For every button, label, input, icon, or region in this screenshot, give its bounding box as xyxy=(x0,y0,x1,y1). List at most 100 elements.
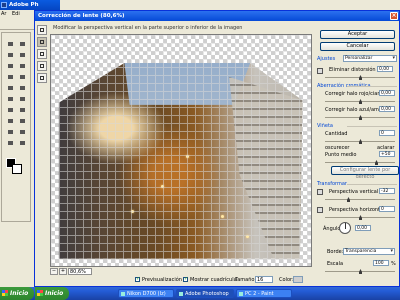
blur-tool-icon[interactable] xyxy=(5,105,15,114)
slider-knob[interactable] xyxy=(359,115,362,120)
zoom-tool-icon[interactable] xyxy=(37,73,47,83)
gradient-tool-icon[interactable] xyxy=(17,94,27,103)
app-icon xyxy=(179,292,183,296)
remove-distortion-tool-icon[interactable] xyxy=(37,25,47,35)
crop-tool-icon[interactable] xyxy=(5,61,15,70)
slider-knob[interactable] xyxy=(359,269,362,274)
image-preview[interactable] xyxy=(50,34,312,267)
path-selection-tool-icon[interactable] xyxy=(5,127,15,136)
chrom-red-cyan-input[interactable]: 0,00 xyxy=(379,90,395,96)
horizontal-perspective-input[interactable]: 0 xyxy=(379,206,395,212)
angle-input[interactable]: 0,00 xyxy=(355,225,371,231)
horizontal-perspective-slider[interactable] xyxy=(325,215,395,220)
zoom-out-button[interactable]: − xyxy=(50,268,58,275)
zoom-level[interactable]: 80,6% xyxy=(68,268,92,275)
options-bar xyxy=(0,18,34,30)
clone-stamp-tool-icon[interactable] xyxy=(5,83,15,92)
zoom-in-button[interactable]: + xyxy=(59,268,67,275)
grid-size-select[interactable]: 16 xyxy=(255,276,273,283)
windows-flag-icon xyxy=(2,290,8,296)
show-grid-label: Mostrar cuadrícula xyxy=(190,277,237,283)
taskbar-item-label: Adobe Photoshop xyxy=(185,291,229,297)
menu-edicion[interactable]: Edi xyxy=(12,11,20,17)
slice-tool-icon[interactable] xyxy=(17,61,27,70)
brush-tool-icon[interactable] xyxy=(17,72,27,81)
dodge-tool-icon[interactable] xyxy=(17,105,27,114)
background-color-swatch[interactable] xyxy=(12,164,22,174)
instruction-text: Modificar la perspectiva vertical en la … xyxy=(53,25,243,31)
photoshop-title: Adobe Ph xyxy=(9,2,39,8)
shape-tool-icon[interactable] xyxy=(17,127,27,136)
distortion-slider[interactable] xyxy=(325,75,395,80)
zoom-tool-icon[interactable] xyxy=(17,138,27,147)
dialog-titlebar: Corrección de lente (80,6%) × xyxy=(35,11,399,21)
start-button[interactable]: Inicio xyxy=(0,287,34,300)
distortion-input[interactable]: 0,00 xyxy=(377,66,393,72)
taskbar-item-photoshop[interactable]: Adobe Photoshop xyxy=(176,289,234,298)
grid-color-label: Color: xyxy=(279,277,294,283)
cancel-button[interactable]: Cancelar xyxy=(320,42,395,51)
chrom-blue-yellow-slider[interactable] xyxy=(325,115,395,120)
amount-label: Cantidad xyxy=(325,131,348,137)
chrom-red-cyan-label: Corregir halo rojo/cian xyxy=(325,91,381,97)
vertical-perspective-label: Perspectiva vertical xyxy=(329,189,379,195)
magic-wand-tool-icon[interactable] xyxy=(17,50,27,59)
slider-knob[interactable] xyxy=(359,215,362,220)
amount-input[interactable]: 0 xyxy=(379,130,395,136)
photoshop-menubar: Ar Edi xyxy=(0,10,34,18)
midpoint-label: Punto medio xyxy=(325,152,357,158)
scale-input[interactable]: 100 xyxy=(373,260,389,266)
app-icon xyxy=(239,292,243,296)
remove-distortion-icon xyxy=(317,68,323,74)
show-grid-checkbox[interactable] xyxy=(183,276,188,282)
chromatic-section-label: Aberración cromática xyxy=(317,83,397,89)
history-brush-tool-icon[interactable] xyxy=(17,83,27,92)
midpoint-slider[interactable] xyxy=(325,160,395,165)
slider-knob[interactable] xyxy=(359,139,362,144)
pen-tool-icon[interactable] xyxy=(5,116,15,125)
slider-knob[interactable] xyxy=(359,99,362,104)
taskbar-item-paint[interactable]: PC 2 - Paint xyxy=(236,289,292,298)
slider-knob[interactable] xyxy=(347,197,350,202)
grid-size-label: Tamaño: xyxy=(235,277,257,283)
dialog-toolbar xyxy=(36,22,48,286)
straighten-tool-icon[interactable] xyxy=(37,37,47,47)
angle-dial-icon[interactable] xyxy=(339,222,351,234)
photoshop-logo-icon xyxy=(1,2,7,8)
windows-flag-icon xyxy=(37,290,43,296)
scale-slider[interactable] xyxy=(325,269,395,274)
vertical-perspective-slider[interactable] xyxy=(325,197,395,202)
settings-label: Ajustes xyxy=(317,56,336,62)
slider-knob[interactable] xyxy=(359,75,362,80)
preview-label: Previsualización xyxy=(142,277,182,283)
menu-archivo[interactable]: Ar xyxy=(1,11,6,17)
move-grid-tool-icon[interactable] xyxy=(37,49,47,59)
marquee-tool-icon[interactable] xyxy=(5,39,15,48)
grid-color-swatch[interactable] xyxy=(293,276,303,283)
close-icon[interactable]: × xyxy=(390,12,398,20)
taskbar: Inicio Inicio Nikon D700 (Iz) Adobe Phot… xyxy=(0,287,400,300)
chrom-blue-yellow-input[interactable]: 0,00 xyxy=(379,106,395,112)
edge-select[interactable]: Transparencia xyxy=(343,248,395,255)
chrom-red-cyan-slider[interactable] xyxy=(325,99,395,104)
lasso-tool-icon[interactable] xyxy=(5,50,15,59)
set-lens-default-button[interactable]: Configurar lente por defecto xyxy=(331,166,399,180)
ok-button[interactable]: Aceptar xyxy=(320,30,395,39)
amount-slider[interactable] xyxy=(325,139,395,144)
preview-checkbox[interactable] xyxy=(135,276,140,282)
eraser-tool-icon[interactable] xyxy=(5,94,15,103)
midpoint-input[interactable]: +50 xyxy=(379,151,395,157)
move-tool-icon[interactable] xyxy=(17,39,27,48)
start-label-2: Inicio xyxy=(45,290,64,297)
hand-tool-icon[interactable] xyxy=(5,138,15,147)
photoshop-titlebar: Adobe Ph xyxy=(0,0,60,10)
hand-tool-icon[interactable] xyxy=(37,61,47,71)
type-tool-icon[interactable] xyxy=(17,116,27,125)
vertical-perspective-input[interactable]: -32 xyxy=(379,188,395,194)
taskbar-item-nikon[interactable]: Nikon D700 (Iz) xyxy=(118,289,174,298)
slider-knob[interactable] xyxy=(375,160,378,165)
settings-select[interactable]: Personalizar xyxy=(343,55,397,62)
vignette-section-label: Viñeta xyxy=(317,123,397,129)
healing-brush-tool-icon[interactable] xyxy=(5,72,15,81)
start-button-2[interactable]: Inicio xyxy=(35,287,69,300)
